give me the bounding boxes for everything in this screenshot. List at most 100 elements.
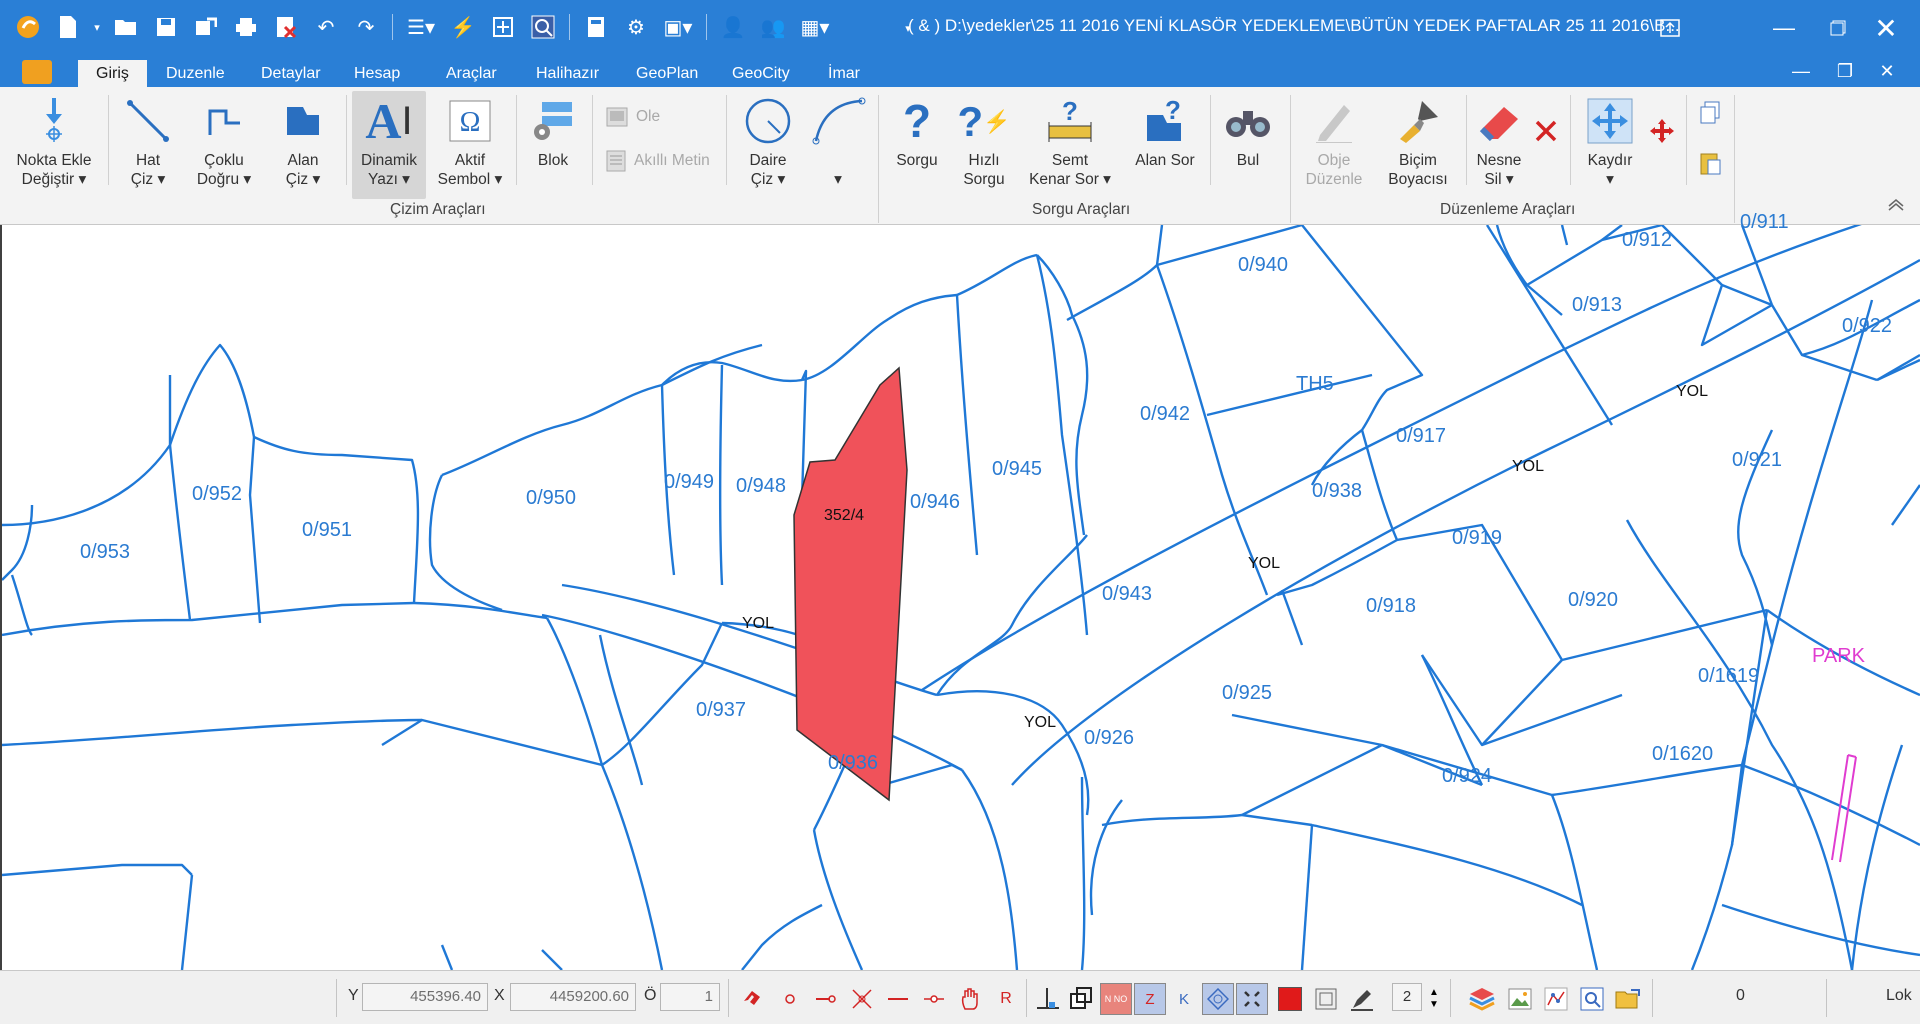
open-folder-icon[interactable] <box>106 7 146 47</box>
parcel-label-924[interactable]: 0/924 <box>1442 765 1492 788</box>
grid-points-icon[interactable] <box>1236 983 1268 1015</box>
close-window-button[interactable]: ✕ <box>1866 8 1906 48</box>
parcel-label-921[interactable]: 0/921 <box>1732 449 1782 472</box>
hizli-sorgu-button[interactable]: ? ⚡ Hızlı Sorgu <box>954 91 1014 197</box>
parcel-label-922[interactable]: 0/922 <box>1842 315 1892 338</box>
parcel-label-950[interactable]: 0/950 <box>526 487 576 510</box>
app-logo-icon[interactable] <box>8 7 48 47</box>
snap-endpoint-icon[interactable] <box>810 983 842 1015</box>
parcel-label-951[interactable]: 0/951 <box>302 519 352 542</box>
layers-icon[interactable] <box>1466 983 1498 1015</box>
map-canvas[interactable]: 0/953 0/952 0/951 0/950 0/949 0/948 0/94… <box>0 211 1920 970</box>
parcel-label-920[interactable]: 0/920 <box>1568 589 1618 612</box>
parcel-label-911[interactable]: 0/911 <box>1740 211 1789 234</box>
image-icon[interactable] <box>1504 983 1536 1015</box>
semt-kenar-sor-button[interactable]: ? Semt Kenar Sor ▾ <box>1022 91 1118 197</box>
parcel-label-913[interactable]: 0/913 <box>1572 294 1622 317</box>
parcel-label-926[interactable]: 0/926 <box>1084 727 1134 750</box>
perpendicular-icon[interactable] <box>1032 983 1064 1015</box>
snap-line-icon[interactable] <box>882 983 914 1015</box>
move-small-button[interactable] <box>1646 91 1678 197</box>
export-icon[interactable] <box>186 7 226 47</box>
alan-ciz-button[interactable]: Alan Çiz ▾ <box>268 91 338 197</box>
bul-button[interactable]: Bul <box>1218 91 1278 197</box>
undo-icon[interactable]: ↶ <box>306 7 346 47</box>
parcel-label-952[interactable]: 0/952 <box>192 483 242 506</box>
grid-dropdown-icon[interactable]: ▦▾ <box>793 7 837 47</box>
line-weight-spinner[interactable]: 2 <box>1392 983 1422 1011</box>
polyline-edit-icon[interactable] <box>1540 983 1572 1015</box>
parcel-label-943[interactable]: 0/943 <box>1102 583 1152 606</box>
parcel-label-938[interactable]: 0/938 <box>1312 480 1362 503</box>
blok-button[interactable]: Blok <box>522 91 584 197</box>
parcel-label-936[interactable]: 0/936 <box>828 752 878 775</box>
user-search-icon[interactable]: 👤 <box>713 7 753 47</box>
arc-draw-button[interactable]: ▾ <box>808 91 868 197</box>
list-menu-icon[interactable]: ☰▾ <box>399 7 443 47</box>
tab-hesap[interactable]: Hesap <box>336 60 418 87</box>
park-label[interactable]: PARK <box>1812 645 1865 668</box>
parcel-label-948[interactable]: 0/948 <box>736 475 786 498</box>
tab-geoplan[interactable]: GeoPlan <box>618 60 716 87</box>
color-swatch[interactable] <box>1274 983 1306 1015</box>
parcel-label-946[interactable]: 0/946 <box>910 491 960 514</box>
redo-icon[interactable]: ↷ <box>346 7 386 47</box>
parcel-label-1620[interactable]: 0/1620 <box>1652 743 1713 766</box>
tab-halihazir[interactable]: Halihazır <box>518 60 617 87</box>
file-menu-button[interactable] <box>22 60 52 84</box>
window-select-icon[interactable] <box>1066 983 1098 1015</box>
snap-intersection-icon[interactable] <box>846 983 878 1015</box>
ole-button[interactable]: Ole <box>606 107 660 127</box>
nesne-sil-button[interactable]: Nesne Sil ▾ <box>1466 91 1532 197</box>
parcel-label-918[interactable]: 0/918 <box>1366 595 1416 618</box>
alan-sor-button[interactable]: ? Alan Sor <box>1128 91 1202 197</box>
tab-duzenle[interactable]: Duzenle <box>148 60 243 87</box>
gear-icon[interactable]: ⚙ <box>616 7 656 47</box>
aktif-sembol-button[interactable]: Ω Aktif Sembol ▾ <box>432 91 508 197</box>
kaydir-button[interactable]: Kaydır ▾ <box>1578 91 1642 197</box>
layers-dropdown-icon[interactable]: ▣▾ <box>656 7 700 47</box>
nokta-ekle-button[interactable]: Nokta Ekle Değiştir ▾ <box>8 91 100 197</box>
tab-imar[interactable]: İmar <box>810 60 878 87</box>
dropdown-arrow-icon[interactable]: ▾ <box>88 7 106 47</box>
parcel-label-949[interactable]: 0/949 <box>664 471 714 494</box>
snap-k-button[interactable]: K <box>1168 983 1200 1015</box>
paste-button[interactable] <box>1694 151 1726 181</box>
close-file-icon[interactable] <box>266 7 306 47</box>
flash-pencil-icon[interactable]: ⚡ <box>443 7 483 47</box>
snap-midpoint-icon[interactable] <box>918 983 950 1015</box>
maximize-button[interactable] <box>1818 8 1858 48</box>
sorgu-button[interactable]: ? Sorgu <box>888 91 946 197</box>
coklu-dogru-button[interactable]: Çoklu Doğru ▾ <box>188 91 260 197</box>
tab-detaylar[interactable]: Detaylar <box>243 60 339 87</box>
print-icon[interactable] <box>226 7 266 47</box>
tab-giris[interactable]: Giriş <box>78 60 147 87</box>
doc-restore-button[interactable]: ❐ <box>1830 58 1860 84</box>
parcel-label-th5[interactable]: TH5 <box>1296 373 1334 396</box>
tab-geocity[interactable]: GeoCity <box>714 60 808 87</box>
hat-ciz-button[interactable]: Hat Çiz ▾ <box>118 91 178 197</box>
selected-parcel-label[interactable]: 352/4 <box>824 507 864 525</box>
restore-ribbon-icon[interactable] <box>1650 8 1690 48</box>
parcel-label-942[interactable]: 0/942 <box>1140 403 1190 426</box>
ortho-diamond-icon[interactable] <box>1202 983 1234 1015</box>
parcel-label-940[interactable]: 0/940 <box>1238 254 1288 277</box>
book-icon[interactable] <box>576 7 616 47</box>
tab-araclar[interactable]: Araçlar <box>428 60 515 87</box>
parcel-label-1619[interactable]: 0/1619 <box>1698 665 1759 688</box>
folder-open-icon[interactable] <box>1612 983 1644 1015</box>
snap-point-icon[interactable] <box>774 983 806 1015</box>
collapse-ribbon-button[interactable] <box>1882 197 1910 221</box>
akilli-metin-button[interactable]: Akıllı Metin <box>606 150 710 172</box>
parcel-label-925[interactable]: 0/925 <box>1222 682 1272 705</box>
delete-x-button[interactable] <box>1532 91 1560 197</box>
zoom-preview-icon[interactable] <box>1576 983 1608 1015</box>
parcel-label-912[interactable]: 0/912 <box>1622 229 1672 252</box>
save-icon[interactable] <box>146 7 186 47</box>
zoom-extents-icon[interactable] <box>483 7 523 47</box>
new-file-icon[interactable] <box>48 7 88 47</box>
parcel-label-937[interactable]: 0/937 <box>696 699 746 722</box>
dinamik-yazi-button[interactable]: AI Dinamik Yazı ▾ <box>352 91 426 199</box>
daire-ciz-button[interactable]: Daire Çiz ▾ <box>736 91 800 197</box>
parcel-label-917[interactable]: 0/917 <box>1396 425 1446 448</box>
